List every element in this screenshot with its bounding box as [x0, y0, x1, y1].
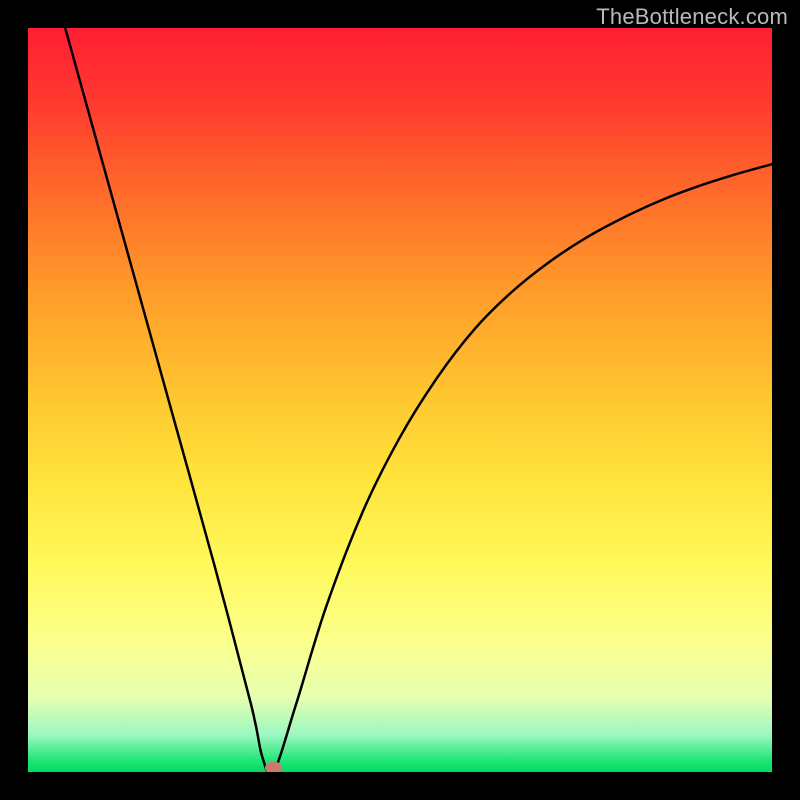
- chart-frame: TheBottleneck.com: [0, 0, 800, 800]
- chart-plot-area: [28, 28, 772, 772]
- chart-svg: [28, 28, 772, 772]
- watermark-text: TheBottleneck.com: [596, 4, 788, 30]
- optimum-marker: [266, 762, 282, 772]
- bottleneck-curve: [65, 28, 772, 772]
